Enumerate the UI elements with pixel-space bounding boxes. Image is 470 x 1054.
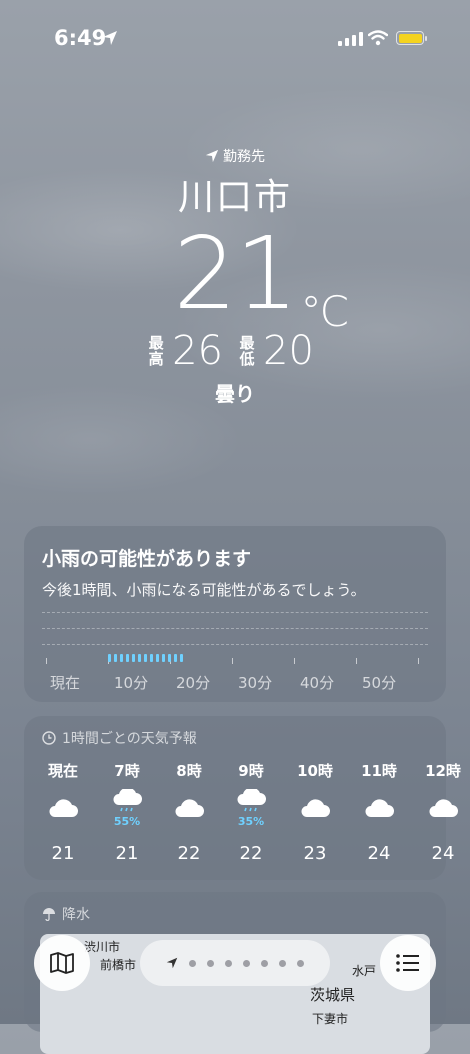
chart-ticks <box>46 658 419 664</box>
location-page-indicator[interactable] <box>140 940 330 986</box>
precipitation-subtitle: 今後1時間、小雨になる可能性があるでしょう。 <box>42 581 366 599</box>
page-dot <box>189 959 196 967</box>
map-place: 水戸 <box>352 964 377 978</box>
chart-gridline <box>42 644 428 645</box>
hour-temperature: 24 <box>367 843 391 864</box>
cellular-signal-icon <box>338 32 363 46</box>
hour-label: 11時 <box>361 762 397 780</box>
hourly-scroll[interactable]: 現在 21 7時 55% 21 8時 22 9時 35% 22 10時 23 1… <box>38 760 468 880</box>
hour-label: 9時 <box>238 762 264 780</box>
hour-label: 現在 <box>47 762 78 780</box>
city-name: 川口市 <box>177 177 292 218</box>
hourly-header: 1時間ごとの天気予報 <box>42 728 428 748</box>
hour-column: 10時 23 <box>290 760 340 864</box>
x-label: 現在 <box>50 674 81 692</box>
precipitation-title: 小雨の可能性があります <box>42 548 252 570</box>
high-temperature: 26 <box>172 328 223 374</box>
hour-label: 8時 <box>176 762 202 780</box>
map-button[interactable] <box>34 935 90 991</box>
hour-column: 7時 55% 21 <box>102 760 152 864</box>
wifi-icon <box>367 30 389 50</box>
x-label: 30分 <box>238 674 273 692</box>
cloud-icon <box>38 789 88 829</box>
page-dot <box>207 959 214 967</box>
list-icon <box>396 954 419 972</box>
battery-icon <box>396 31 427 45</box>
page-dot <box>225 959 232 967</box>
cloud-icon <box>290 789 340 829</box>
precipitation-probability: 35% <box>237 815 265 828</box>
clock-icon <box>42 731 56 745</box>
umbrella-icon <box>43 908 55 921</box>
hour-label: 7時 <box>114 762 140 780</box>
hour-temperature: 21 <box>115 843 139 864</box>
hourly-forecast-card[interactable]: 1時間ごとの天気予報 現在 21 7時 55% 21 8時 22 9時 35% … <box>24 716 461 880</box>
cloud-icon <box>354 789 404 829</box>
location-arrow-icon <box>205 149 219 163</box>
chart-gridline <box>42 612 428 613</box>
temperature-unit: °C <box>300 287 349 336</box>
x-label: 50分 <box>362 674 397 692</box>
cloud-icon <box>164 789 214 829</box>
hour-column: 12時 24 <box>418 760 468 864</box>
map-place: 渋川市 <box>84 940 121 954</box>
hour-column: 現在 21 <box>38 760 88 864</box>
chart-gridline <box>42 628 428 629</box>
high-low: 最高 26 最低 20 <box>0 328 470 374</box>
map-place: 前橋市 <box>100 958 137 972</box>
x-label: 40分 <box>300 674 335 692</box>
precipitation-probability: 55% <box>113 815 141 828</box>
x-label: 20分 <box>176 674 211 692</box>
location-label-text: 勤務先 <box>223 149 265 165</box>
hour-label: 10時 <box>297 762 333 780</box>
cloud-rain-icon: 55% <box>102 787 152 829</box>
hour-temperature: 22 <box>177 843 201 864</box>
map-icon <box>50 952 74 974</box>
current-temperature: 21 °C <box>0 224 470 337</box>
page-dot <box>243 959 250 967</box>
hour-temperature: 23 <box>303 843 327 864</box>
hour-temperature: 22 <box>239 843 263 864</box>
rain-intensity-bars <box>108 654 183 662</box>
hourly-header-text: 1時間ごとの天気予報 <box>62 731 197 747</box>
page-dot <box>279 959 286 967</box>
hour-temperature: 24 <box>431 843 455 864</box>
temperature-value: 21 <box>173 215 298 332</box>
current-location-arrow-icon <box>166 957 178 969</box>
hour-column: 9時 35% 22 <box>226 760 276 864</box>
precipitation-chart: 現在 10分 20分 30分 40分 50分 <box>42 612 428 692</box>
hour-column: 11時 24 <box>354 760 404 864</box>
status-bar: 6:49 <box>0 22 470 56</box>
hour-label: 12時 <box>425 762 461 780</box>
hour-temperature: 21 <box>51 843 75 864</box>
location-list-button[interactable] <box>380 935 436 991</box>
x-label: 10分 <box>114 674 149 692</box>
status-time: 6:49 <box>54 26 107 50</box>
page-dot <box>261 959 268 967</box>
low-label: 最低 <box>239 334 255 368</box>
location-label: 勤務先 <box>0 146 470 166</box>
page-dot <box>297 959 304 967</box>
weather-condition: 曇り <box>215 382 255 406</box>
next-hour-precipitation-card[interactable]: 小雨の可能性があります 今後1時間、小雨になる可能性があるでしょう。 現在 10… <box>24 526 446 702</box>
location-header: 勤務先 川口市 21 °C 最高 26 最低 20 曇り <box>0 146 470 407</box>
map-place: 茨城県 <box>310 986 356 1004</box>
hour-column: 8時 22 <box>164 760 214 864</box>
precip-map-header-text: 降水 <box>62 907 90 923</box>
map-place: 下妻市 <box>312 1012 349 1026</box>
cloud-rain-icon: 35% <box>226 787 276 829</box>
cloud-icon <box>418 789 468 829</box>
precip-map-header: 降水 <box>42 904 428 924</box>
location-arrow-icon <box>102 30 118 50</box>
high-label: 最高 <box>148 334 164 368</box>
